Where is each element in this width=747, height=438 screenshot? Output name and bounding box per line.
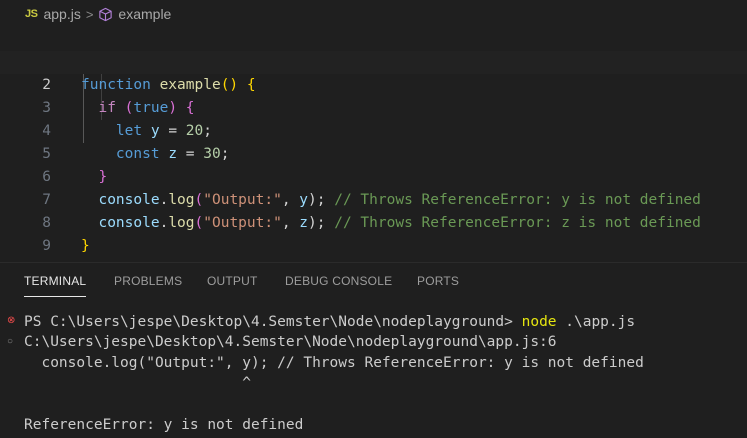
- terminal-prompt-line: PS C:\Users\jespe\Desktop\4.Semster\Node…: [24, 312, 635, 333]
- code-editor[interactable]: 1 function example() { 2 if (true) { 3 l…: [0, 28, 747, 261]
- tab-debug-console[interactable]: DEBUG CONSOLE: [285, 263, 392, 300]
- terminal-output-line: C:\Users\jespe\Desktop\4.Semster\Node\no…: [24, 334, 557, 350]
- error-icon[interactable]: ⊗: [7, 316, 17, 326]
- breadcrumb: JS app.js > example: [0, 0, 747, 28]
- terminal-output-line: console.log("Output:", y); // Throws Ref…: [24, 355, 644, 371]
- code-line-active: 2 if (true) {: [0, 51, 747, 116]
- panel-tab-bar: TERMINAL PROBLEMS OUTPUT DEBUG CONSOLE P…: [0, 262, 747, 301]
- code-line: 8 }: [0, 189, 747, 254]
- tab-ports[interactable]: PORTS: [417, 263, 459, 300]
- javascript-file-icon: JS: [25, 8, 38, 20]
- breadcrumb-file[interactable]: app.js: [43, 6, 80, 22]
- code-line: 9: [0, 212, 747, 254]
- tab-output[interactable]: OUTPUT: [207, 263, 258, 300]
- code-line: 7 console.log("Output:", z); // Throws R…: [0, 166, 747, 231]
- tab-problems[interactable]: PROBLEMS: [114, 263, 182, 300]
- cube-icon: [99, 7, 113, 21]
- code-line: 3 let y = 20;: [0, 74, 747, 139]
- terminal-error-line: ReferenceError: y is not defined: [24, 417, 304, 433]
- code-line: 5 }: [0, 120, 747, 185]
- code-line: 6 console.log("Output:", y); // Throws R…: [0, 143, 747, 208]
- terminal-output-line: ^: [24, 375, 251, 391]
- terminal-command: node: [521, 314, 557, 330]
- circle-icon[interactable]: ○: [7, 337, 17, 347]
- terminal-prompt: PS C:\Users\jespe\Desktop\4.Semster\Node…: [24, 314, 522, 330]
- terminal-args: .\app.js: [556, 314, 636, 330]
- tab-terminal[interactable]: TERMINAL: [24, 263, 87, 300]
- line-number: 10: [0, 258, 51, 261]
- breadcrumb-separator: >: [85, 6, 94, 22]
- terminal[interactable]: ⊗ PS C:\Users\jespe\Desktop\4.Semster\No…: [0, 300, 747, 438]
- breadcrumb-symbol[interactable]: example: [118, 6, 171, 22]
- code-line: 1 function example() {: [0, 28, 747, 93]
- code-line: 4 const z = 30;: [0, 97, 747, 162]
- code-line: 10 example();: [0, 235, 747, 258]
